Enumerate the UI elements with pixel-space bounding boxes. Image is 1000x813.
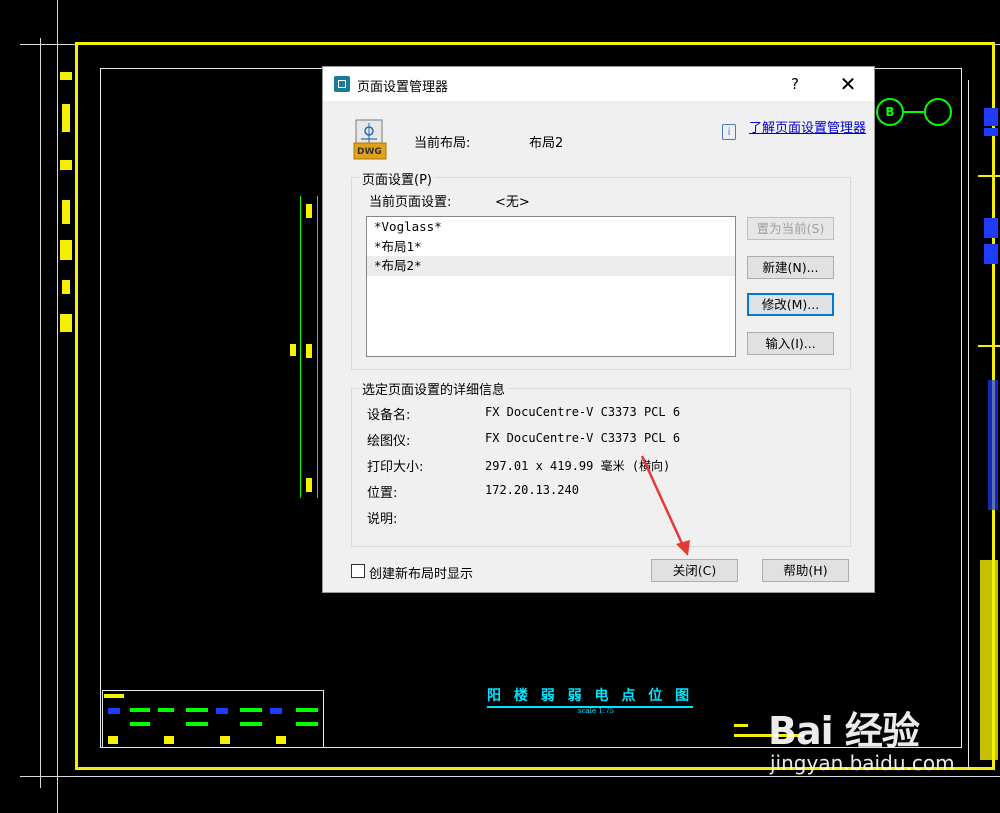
cad-dimension-text — [306, 478, 312, 492]
set-current-button[interactable]: 置为当前(S) — [747, 217, 834, 240]
help-button[interactable]: 帮助(H) — [762, 559, 849, 582]
compass-line — [904, 111, 924, 113]
plot-size-label: 打印大小: — [367, 460, 424, 475]
list-item[interactable]: *布局1* — [367, 237, 735, 257]
cad-line-bottom — [20, 776, 1000, 777]
cad-crosshair-vertical — [57, 0, 58, 813]
cad-strip-mark — [62, 104, 70, 132]
cad-legend-cell — [104, 694, 124, 698]
cad-scale-text: scale 1:75 — [578, 707, 615, 715]
cad-dimension-line — [300, 196, 301, 498]
page-setup-manager-dialog: 页面设置管理器 ? ✕ DWG 当前布局: 布局2 i 了解页面设置管理器 页面… — [322, 66, 875, 593]
cad-title-block-text — [984, 108, 998, 126]
cad-title-block-text — [978, 175, 1000, 177]
details-group-label: 选定页面设置的详细信息 — [359, 379, 509, 398]
cad-legend-cell — [130, 708, 150, 712]
dwg-file-icon: DWG — [353, 119, 387, 161]
cad-title-block-text — [978, 345, 1000, 347]
cad-title-block-text — [984, 244, 998, 264]
current-page-setup-value: <无> — [495, 195, 530, 210]
cad-dimension-text — [290, 344, 296, 356]
current-page-setup-label: 当前页面设置: — [369, 195, 452, 210]
cad-legend-cell — [186, 708, 208, 712]
help-icon[interactable]: ? — [782, 73, 808, 95]
cad-legend-cell — [164, 736, 174, 744]
cad-legend-cell — [108, 708, 120, 714]
cad-drawing-title: 阳 楼 弱 弱 电 点 位 图 — [487, 685, 694, 708]
cad-strip-mark — [60, 314, 72, 332]
dwg-icon-text: DWG — [357, 147, 382, 157]
compass-b-icon: B — [876, 98, 904, 126]
cad-legend-cell — [220, 736, 230, 744]
baidu-watermark: Bai 经验 jingyan.baidu.com — [768, 700, 955, 775]
new-button[interactable]: 新建(N)... — [747, 256, 834, 279]
cad-dimension-text — [306, 344, 312, 358]
baidu-url: jingyan.baidu.com — [770, 751, 955, 775]
cad-legend-cell — [158, 708, 174, 712]
cad-strip-mark — [62, 280, 70, 294]
close-button[interactable]: 关闭(C) — [651, 559, 738, 582]
cad-legend-cell — [240, 708, 262, 712]
current-layout-value: 布局2 — [529, 136, 564, 151]
cad-legend-cell — [240, 722, 262, 726]
import-button[interactable]: 输入(I)... — [747, 332, 834, 355]
page-setup-list[interactable]: *Voglass* *布局1* *布局2* — [366, 216, 736, 357]
cad-title-block-text — [980, 560, 998, 760]
show-on-new-layout-label[interactable]: 创建新布局时显示 — [369, 563, 473, 582]
cad-dimension-line — [317, 196, 318, 498]
cad-strip-mark — [60, 72, 72, 80]
cad-strip-mark — [60, 240, 72, 260]
modify-button[interactable]: 修改(M)... — [747, 293, 834, 316]
location-value: 172.20.13.240 — [485, 483, 579, 497]
description-label: 说明: — [367, 512, 398, 527]
app-icon — [334, 76, 350, 92]
cad-strip-mark — [60, 160, 72, 170]
compass-n-icon — [924, 98, 952, 126]
cad-strip-mark — [62, 200, 70, 224]
device-name-label: 设备名: — [367, 408, 411, 423]
cad-legend-cell — [296, 722, 318, 726]
cad-legend-cell — [270, 708, 282, 714]
cad-line-left — [40, 38, 41, 788]
plot-size-value: 297.01 x 419.99 毫米 (横向) — [485, 459, 671, 473]
dialog-titlebar[interactable]: 页面设置管理器 ? ✕ — [323, 67, 874, 101]
location-label: 位置: — [367, 486, 398, 501]
page-setup-group-label: 页面设置(P) — [359, 169, 435, 188]
plotter-value: FX DocuCentre-V C3373 PCL 6 — [485, 431, 681, 445]
baidu-logo: Bai 经验 — [768, 709, 920, 753]
list-item[interactable]: *布局2* — [367, 256, 735, 276]
cad-title-block-text — [988, 380, 998, 510]
cad-title-block-text — [984, 128, 998, 136]
info-icon[interactable]: i — [722, 124, 736, 140]
cad-title-block-text — [984, 218, 998, 238]
close-icon[interactable]: ✕ — [831, 71, 865, 97]
current-layout-label: 当前布局: — [414, 136, 471, 151]
cad-note — [734, 724, 748, 727]
list-item[interactable]: *Voglass* — [367, 217, 735, 237]
cad-legend-table — [102, 690, 324, 748]
dialog-title: 页面设置管理器 — [357, 80, 449, 95]
cad-legend-cell — [108, 736, 118, 744]
cad-legend-cell — [216, 708, 228, 714]
cad-legend-cell — [186, 722, 208, 726]
device-name-value: FX DocuCentre-V C3373 PCL 6 — [485, 405, 681, 419]
learn-page-setup-link[interactable]: 了解页面设置管理器 — [749, 122, 867, 136]
cad-legend-cell — [130, 722, 150, 726]
show-on-new-layout-checkbox[interactable] — [351, 564, 365, 578]
cad-dimension-text — [306, 204, 312, 218]
plotter-label: 绘图仪: — [367, 434, 411, 449]
cad-legend-cell — [276, 736, 286, 744]
cad-legend-cell — [296, 708, 318, 712]
